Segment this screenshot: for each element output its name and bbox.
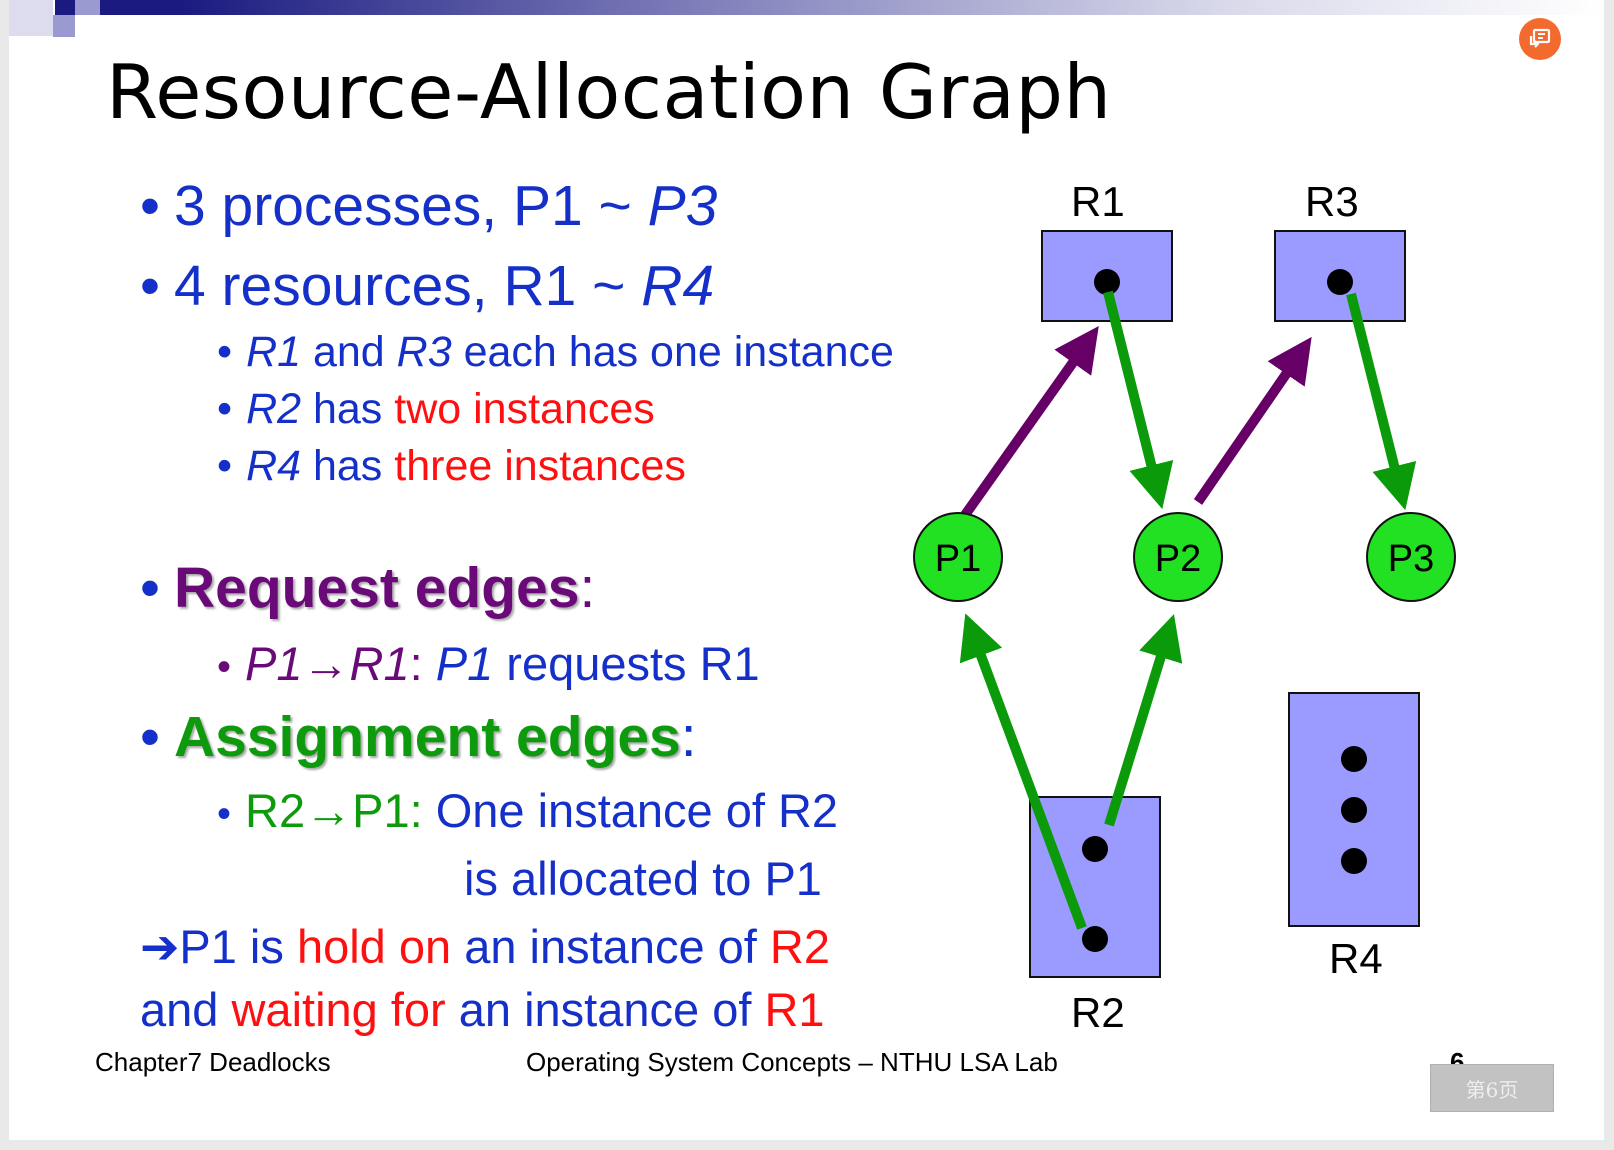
instance-dot (1341, 797, 1367, 823)
process-p2-label: P2 (1155, 538, 1201, 580)
instance-dot (1082, 926, 1108, 952)
process-p1-label: P1 (935, 538, 981, 580)
process-p3-label: P3 (1388, 538, 1434, 580)
request-edge-p1-r1 (960, 325, 1099, 518)
assignment-edge-r2-p2 (1104, 614, 1183, 827)
instance-dot (1094, 269, 1120, 295)
resource-r3: R3 (1274, 178, 1406, 322)
assignment-edge-r1-p2 (1103, 290, 1174, 510)
resource-r4-label: R4 (1329, 935, 1383, 982)
process-p2: P2 (1133, 512, 1223, 602)
instance-dot (1341, 746, 1367, 772)
footer-course: Operating System Concepts – NTHU LSA Lab (526, 1047, 1058, 1077)
request-edge-p2-r3 (1193, 336, 1312, 505)
resource-allocation-graph: R1 R3 R2 R4 P1 P2 P3 (913, 178, 1456, 1036)
resource-r1-label: R1 (1071, 178, 1125, 225)
resource-r3-label: R3 (1305, 178, 1359, 225)
present-glyph-icon (1529, 28, 1551, 48)
footer-chapter: Chapter7 Deadlocks (95, 1047, 331, 1077)
instance-dot (1082, 836, 1108, 862)
assignment-edge-r2-p1 (959, 613, 1087, 930)
slide: Resource-Allocation Graph • 3 processes, … (9, 0, 1604, 1140)
process-p3: P3 (1366, 512, 1456, 602)
instance-dot (1327, 269, 1353, 295)
resource-r4: R4 (1288, 692, 1420, 982)
process-p1: P1 (913, 512, 1003, 602)
page-indicator-button[interactable]: 第6页 (1430, 1064, 1554, 1112)
present-icon[interactable] (1519, 18, 1561, 60)
instance-dot (1341, 848, 1367, 874)
assignment-edge-r3-p3 (1346, 292, 1417, 511)
resource-r2-label: R2 (1071, 989, 1125, 1036)
